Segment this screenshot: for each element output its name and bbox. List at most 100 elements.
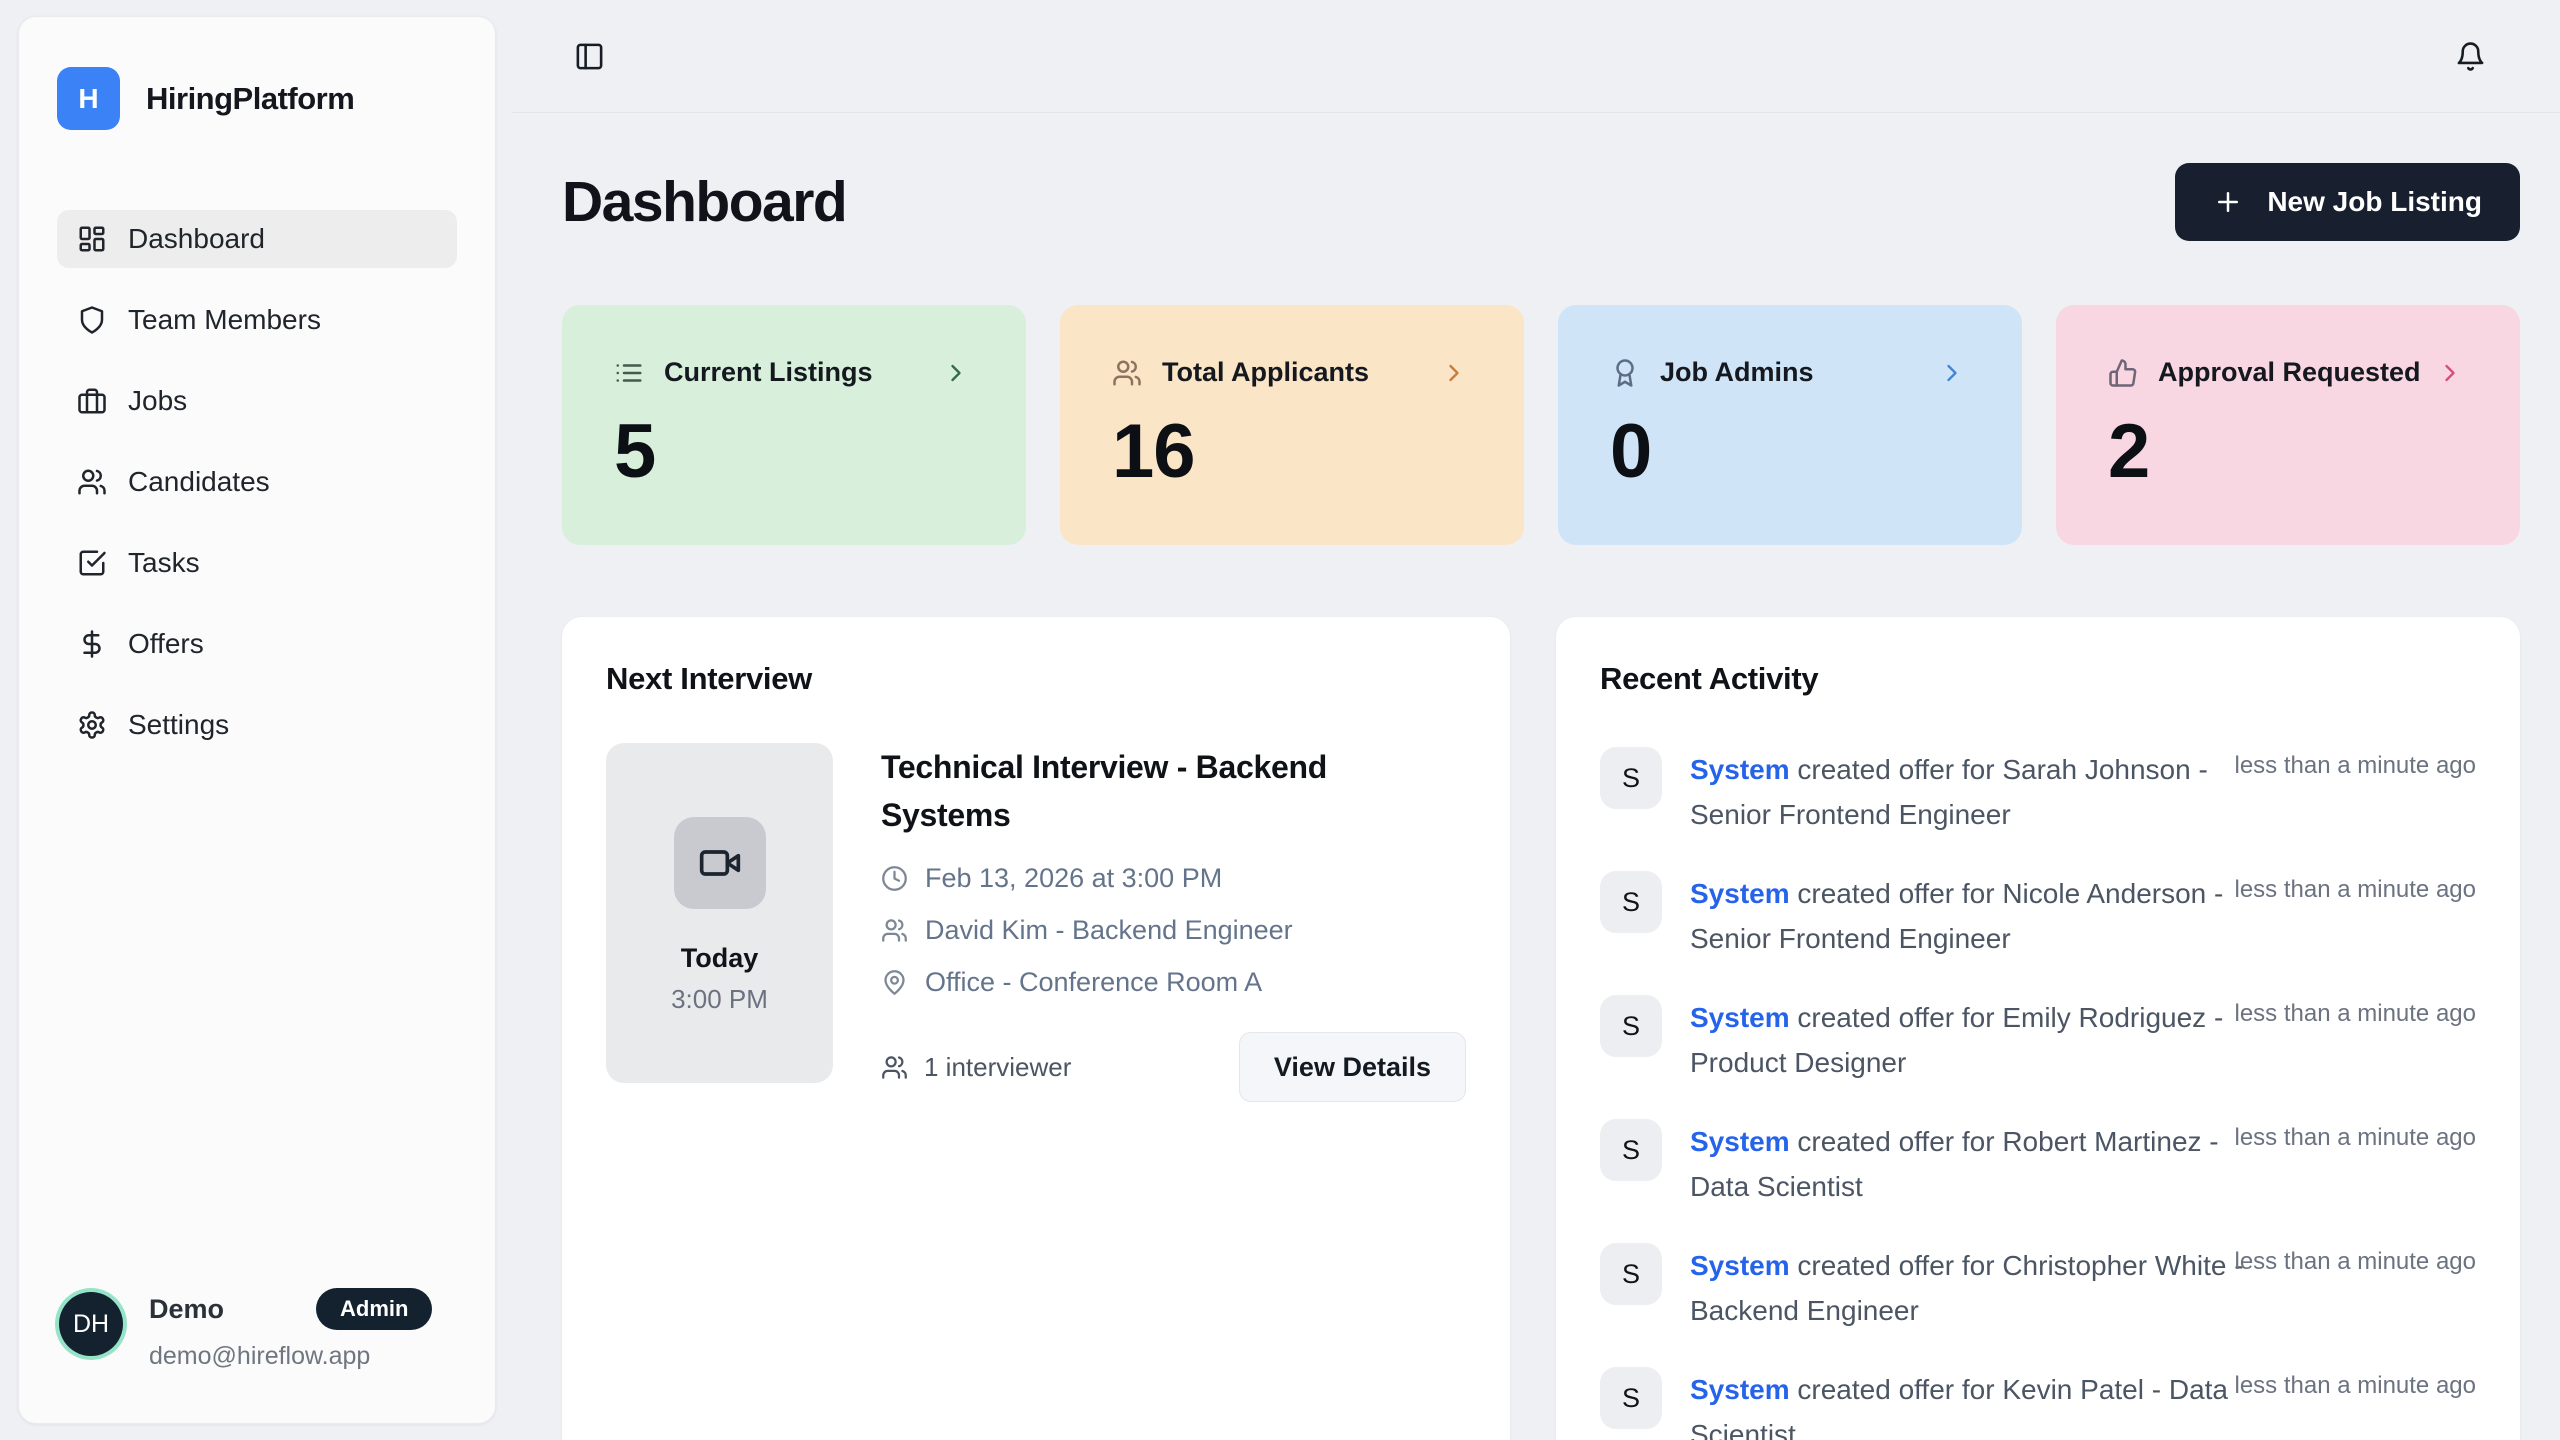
activity-timestamp: less than a minute ago (2235, 1000, 2477, 1028)
users-icon (1112, 358, 1142, 388)
video-icon (698, 841, 742, 885)
stat-label: Approval Requested (2158, 357, 2421, 388)
activity-avatar: S (1600, 1367, 1662, 1429)
brand-logo: H (57, 67, 120, 130)
topbar (512, 0, 2560, 113)
activity-timestamp: less than a minute ago (2235, 1372, 2477, 1400)
activity-item: S System created offer for Christopher W… (1600, 1243, 2476, 1334)
sidebar-item-candidates[interactable]: Candidates (57, 453, 457, 511)
dashboard-icon (77, 224, 107, 254)
activity-item: S System created offer for Emily Rodrigu… (1600, 995, 2476, 1086)
sidebar-user-section[interactable]: DH Demo Admin demo@hireflow.app (59, 1288, 457, 1371)
activity-avatar: S (1600, 1119, 1662, 1181)
stat-label: Job Admins (1660, 357, 1814, 388)
page-background: { "colors": { "page_bg": "#eef0f4", "bra… (0, 0, 2560, 1440)
new-job-listing-button[interactable]: New Job Listing (2175, 163, 2520, 241)
stat-label: Current Listings (664, 357, 873, 388)
check-square-icon (77, 548, 107, 578)
interview-detail-row: Feb 13, 2026 at 3:00 PM (881, 863, 1466, 894)
recent-activity-heading: Recent Activity (1600, 661, 2476, 697)
next-interview-panel: Next Interview Today 3:00 PM Technical I… (562, 617, 1510, 1440)
role-badge: Admin (316, 1288, 432, 1330)
interview-details: Feb 13, 2026 at 3:00 PM David Kim - Back… (881, 863, 1466, 998)
sidebar-item-jobs[interactable]: Jobs (57, 372, 457, 430)
page-title: Dashboard (562, 169, 846, 235)
activity-item: S System created offer for Nicole Anders… (1600, 871, 2476, 962)
plus-icon (2213, 187, 2243, 217)
stat-card-total-applicants[interactable]: Total Applicants 16 (1060, 305, 1524, 545)
dollar-icon (77, 629, 107, 659)
sidebar-item-dashboard[interactable]: Dashboard (57, 210, 457, 268)
user-name: Demo (149, 1294, 224, 1325)
clock-icon (881, 865, 908, 892)
user-info: Demo Admin demo@hireflow.app (149, 1288, 432, 1371)
stat-card-approval-requested[interactable]: Approval Requested 2 (2056, 305, 2520, 545)
activity-item: S System created offer for Robert Martin… (1600, 1119, 2476, 1210)
brand-name: HiringPlatform (146, 81, 354, 117)
activity-timestamp: less than a minute ago (2235, 752, 2477, 780)
stat-value: 5 (614, 408, 970, 495)
sidebar-item-team-members[interactable]: Team Members (57, 291, 457, 349)
map-pin-icon (881, 969, 908, 996)
interview-detail-row: David Kim - Backend Engineer (881, 915, 1466, 946)
user-email: demo@hireflow.app (149, 1342, 432, 1371)
activity-timestamp: less than a minute ago (2235, 876, 2477, 904)
new-job-listing-label: New Job Listing (2267, 186, 2482, 218)
sidebar-item-tasks[interactable]: Tasks (57, 534, 457, 592)
interview-title: Technical Interview - Backend Systems (881, 743, 1361, 839)
sidebar-nav: Dashboard Team Members Jobs Candidates T… (57, 210, 457, 754)
award-icon (1610, 358, 1640, 388)
chevron-right-icon (1938, 359, 1966, 387)
gear-icon (77, 710, 107, 740)
interviewer-count-label: 1 interviewer (924, 1052, 1071, 1083)
interview-date-tile: Today 3:00 PM (606, 743, 833, 1083)
bell-icon[interactable] (2455, 41, 2486, 72)
interviewer-count: 1 interviewer (881, 1052, 1071, 1083)
stat-label: Total Applicants (1162, 357, 1369, 388)
view-details-button[interactable]: View Details (1239, 1032, 1466, 1102)
activity-avatar: S (1600, 871, 1662, 933)
brand: H HiringPlatform (57, 67, 457, 130)
chevron-right-icon (2436, 359, 2464, 387)
next-interview-heading: Next Interview (606, 661, 1466, 697)
activity-timestamp: less than a minute ago (2235, 1124, 2477, 1152)
panel-left-icon[interactable] (574, 41, 605, 72)
sidebar-item-offers[interactable]: Offers (57, 615, 457, 673)
stat-card-job-admins[interactable]: Job Admins 0 (1558, 305, 2022, 545)
sidebar-item-settings[interactable]: Settings (57, 696, 457, 754)
activity-actor: System (1690, 878, 1790, 909)
interview-day-label: Today (606, 943, 833, 974)
stat-value: 16 (1112, 408, 1468, 495)
stats-row: Current Listings 5 Total Applicants 16 J… (562, 305, 2520, 545)
users-icon (881, 917, 908, 944)
video-icon-tile (674, 817, 766, 909)
stat-card-current-listings[interactable]: Current Listings 5 (562, 305, 1026, 545)
stat-value: 2 (2108, 408, 2464, 495)
users-icon (881, 1054, 908, 1081)
interview-time-label: 3:00 PM (606, 984, 833, 1015)
avatar: DH (59, 1292, 123, 1356)
stat-value: 0 (1610, 408, 1966, 495)
activity-actor: System (1690, 1374, 1790, 1405)
activity-item: S System created offer for Kevin Patel -… (1600, 1367, 2476, 1440)
users-icon (77, 467, 107, 497)
main-content: Dashboard New Job Listing Current Listin… (512, 113, 2560, 1440)
sidebar: H HiringPlatform Dashboard Team Members … (18, 16, 496, 1424)
activity-timestamp: less than a minute ago (2235, 1248, 2477, 1276)
recent-activity-panel: Recent Activity S System created offer f… (1556, 617, 2520, 1440)
list-icon (614, 358, 644, 388)
activity-actor: System (1690, 1002, 1790, 1033)
chevron-right-icon (1440, 359, 1468, 387)
activity-list: S System created offer for Sarah Johnson… (1600, 747, 2476, 1440)
shield-icon (77, 305, 107, 335)
activity-actor: System (1690, 754, 1790, 785)
activity-actor: System (1690, 1126, 1790, 1157)
chevron-right-icon (942, 359, 970, 387)
interview-detail-row: Office - Conference Room A (881, 967, 1466, 998)
activity-avatar: S (1600, 1243, 1662, 1305)
activity-avatar: S (1600, 995, 1662, 1057)
activity-avatar: S (1600, 747, 1662, 809)
briefcase-icon (77, 386, 107, 416)
activity-actor: System (1690, 1250, 1790, 1281)
thumbs-up-icon (2108, 358, 2138, 388)
